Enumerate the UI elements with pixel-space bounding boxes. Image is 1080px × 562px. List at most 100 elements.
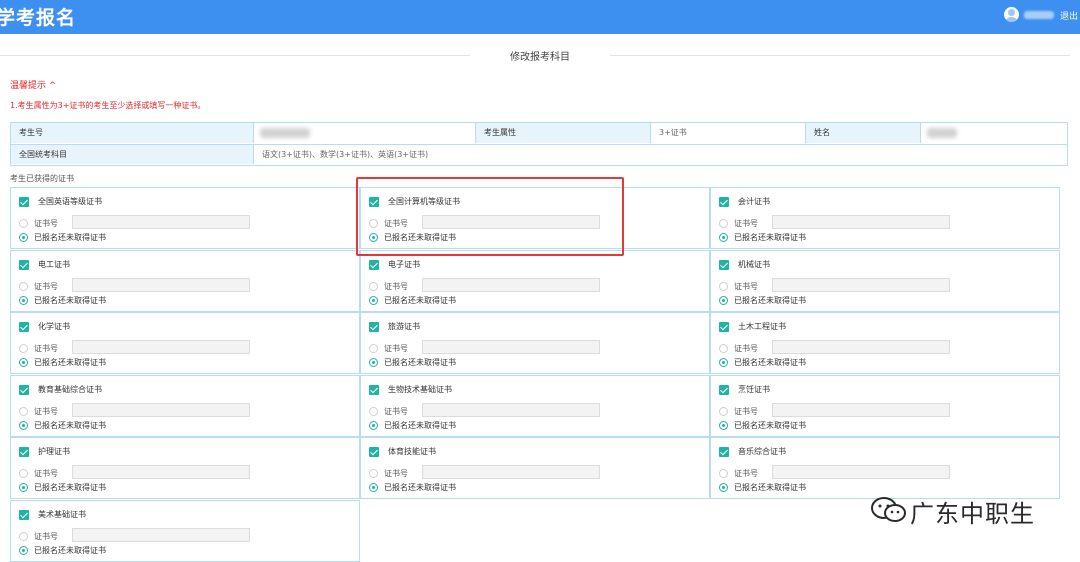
- certificate-name: 电工证书: [38, 259, 70, 269]
- section-divider-right: [610, 55, 1070, 56]
- certificate-checkbox[interactable]: [369, 384, 379, 395]
- cert-no-input[interactable]: [72, 340, 250, 355]
- cert-no-radio[interactable]: [719, 281, 728, 291]
- wechat-icon: [871, 497, 906, 522]
- cert-no-input[interactable]: [72, 402, 250, 417]
- cert-no-radio[interactable]: [719, 344, 728, 354]
- cert-no-radio[interactable]: [19, 344, 28, 354]
- certificate-checkbox[interactable]: [719, 447, 729, 458]
- cert-no-input[interactable]: [422, 465, 600, 480]
- exam-no-redacted: [260, 128, 310, 138]
- cert-no-input[interactable]: [772, 215, 950, 229]
- certificate-checkbox[interactable]: [719, 384, 729, 395]
- cert-no-radio[interactable]: [719, 219, 728, 228]
- app-title: 学考报名: [0, 7, 77, 29]
- cert-no-radio[interactable]: [369, 344, 378, 354]
- cert-no-radio[interactable]: [369, 406, 378, 416]
- exam-no-label: 考生号: [11, 123, 254, 143]
- certificate-checkbox[interactable]: [19, 322, 29, 333]
- subjects-value: 语文(3+证书)、数学(3+证书)、英语(3+证书): [254, 144, 1067, 164]
- certificate-checkbox[interactable]: [369, 322, 379, 333]
- name-value: [921, 123, 1067, 143]
- registered-radio[interactable]: [369, 483, 378, 493]
- registered-radio[interactable]: [19, 358, 28, 368]
- attr-label: 考生属性: [476, 123, 651, 143]
- registered-label: 已报名还未取得证书: [734, 295, 806, 305]
- attr-value: 3+证书: [651, 123, 806, 143]
- cert-no-radio[interactable]: [369, 281, 378, 291]
- section-title: 修改报考科目: [510, 52, 570, 63]
- cert-no-label: 证书号: [384, 281, 408, 291]
- cert-no-input[interactable]: [422, 277, 600, 292]
- registered-radio[interactable]: [719, 358, 728, 368]
- registered-radio[interactable]: [19, 420, 28, 430]
- cert-no-input[interactable]: [72, 465, 250, 480]
- registered-radio[interactable]: [719, 295, 728, 305]
- registered-radio[interactable]: [19, 483, 28, 493]
- cert-no-input[interactable]: [72, 528, 250, 542]
- certificate-name: 机械证书: [738, 259, 770, 269]
- cert-no-radio[interactable]: [19, 281, 28, 291]
- cert-no-radio[interactable]: [19, 406, 28, 416]
- cert-no-label: 证书号: [34, 406, 58, 416]
- registered-radio[interactable]: [19, 295, 28, 305]
- certificate-checkbox[interactable]: [369, 259, 379, 270]
- certificate-checkbox[interactable]: [19, 197, 29, 207]
- cert-no-radio[interactable]: [719, 406, 728, 416]
- cert-no-radio[interactable]: [19, 469, 28, 479]
- certificate-checkbox[interactable]: [719, 322, 729, 333]
- registered-radio[interactable]: [719, 233, 728, 242]
- certificate-name: 音乐综合证书: [738, 447, 786, 457]
- cert-no-radio[interactable]: [369, 469, 378, 479]
- tips-text: 1.考生属性为3+证书的考生至少选择或填写一种证书。: [10, 101, 206, 110]
- certificate-name: 体育技能证书: [388, 447, 436, 457]
- certificate-name: 教育基础综合证书: [38, 384, 102, 394]
- registered-label: 已报名还未取得证书: [384, 420, 456, 430]
- certificate-name: 护理证书: [38, 447, 70, 457]
- name-label: 姓名: [806, 123, 921, 143]
- cert-no-input[interactable]: [772, 465, 950, 480]
- certificate-name: 化学证书: [38, 322, 70, 332]
- cert-no-label: 证书号: [34, 532, 58, 541]
- cert-no-input[interactable]: [422, 402, 600, 417]
- cert-no-input[interactable]: [772, 277, 950, 292]
- registered-label: 已报名还未取得证书: [384, 295, 456, 305]
- cert-no-radio[interactable]: [19, 532, 28, 541]
- registered-radio[interactable]: [19, 546, 28, 555]
- name-redacted: [927, 128, 957, 138]
- registered-radio[interactable]: [369, 358, 378, 368]
- registered-radio[interactable]: [19, 233, 28, 242]
- certificate-card: 电子证书 证书号 已报名还未取得证书: [360, 249, 710, 312]
- cert-no-radio[interactable]: [719, 469, 728, 479]
- certificate-name: 生物技术基础证书: [388, 384, 452, 394]
- registered-radio[interactable]: [369, 420, 378, 430]
- cert-no-input[interactable]: [772, 340, 950, 355]
- registered-radio[interactable]: [719, 420, 728, 430]
- tips-toggle[interactable]: 温馨提示 ^: [10, 78, 56, 91]
- registered-radio[interactable]: [719, 483, 728, 493]
- registered-label: 已报名还未取得证书: [34, 295, 106, 305]
- cert-no-label: 证书号: [34, 219, 58, 228]
- cert-no-input[interactable]: [72, 215, 250, 229]
- registered-radio[interactable]: [369, 295, 378, 305]
- certificate-card: 化学证书 证书号 已报名还未取得证书: [10, 312, 360, 375]
- certificate-card: 电工证书证书号已报名还未取得证书: [10, 249, 360, 312]
- certificate-checkbox[interactable]: [19, 384, 29, 395]
- certificate-checkbox[interactable]: [19, 259, 29, 270]
- cert-no-input[interactable]: [72, 277, 250, 292]
- certificate-name: 美术基础证书: [38, 510, 86, 519]
- logout-link[interactable]: 退出: [1060, 9, 1078, 22]
- certificate-checkbox[interactable]: [719, 259, 729, 270]
- registered-label: 已报名还未取得证书: [34, 420, 106, 430]
- registered-label: 已报名还未取得证书: [34, 358, 106, 368]
- certificate-checkbox[interactable]: [19, 447, 29, 458]
- user-avatar-icon[interactable]: [1004, 7, 1019, 22]
- certificate-checkbox[interactable]: [369, 447, 379, 458]
- watermark-text: 广东中职生: [910, 500, 1035, 528]
- cert-no-label: 证书号: [34, 281, 58, 291]
- cert-no-input[interactable]: [422, 340, 600, 355]
- cert-no-input[interactable]: [772, 402, 950, 417]
- cert-no-radio[interactable]: [19, 219, 28, 228]
- certificate-checkbox[interactable]: [719, 197, 729, 207]
- certificate-checkbox[interactable]: [19, 510, 29, 520]
